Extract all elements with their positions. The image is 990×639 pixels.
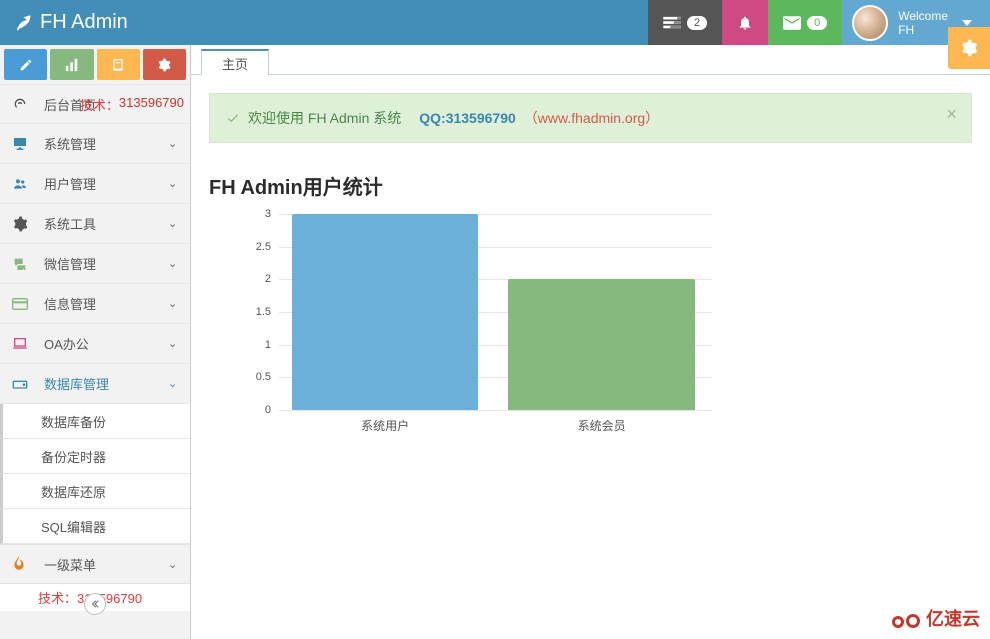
tasks-icon xyxy=(663,16,681,30)
chevron-down-icon: ⌄ xyxy=(168,257,178,270)
welcome-text: Welcome FH xyxy=(898,9,948,37)
ytick: 0.5 xyxy=(256,371,271,383)
submenu-db-backup[interactable]: 数据库备份 xyxy=(0,404,190,439)
tech-prefix: 技术： xyxy=(80,95,119,114)
chart-title: FH Admin用户统计 xyxy=(209,171,972,200)
alert-link[interactable]: （www.fhadmin.org） xyxy=(524,108,659,128)
navbar-right: 2 0 Welcome FH xyxy=(648,0,990,45)
sidebar-item-label: 微信管理 xyxy=(44,254,154,273)
content: 欢迎使用 FH Admin 系统 QQ:313596790 （www.fhadm… xyxy=(191,75,990,434)
alert-qq: QQ:313596790 xyxy=(419,110,516,126)
sidebar-item-oa[interactable]: OA办公 ⌄ xyxy=(0,324,190,364)
sidebar-menu: 后台首页 系统管理 ⌄ 用户管理 ⌄ 系统工具 xyxy=(0,84,190,404)
watermark-text: 亿速云 xyxy=(926,605,980,631)
navbar: FH Admin 2 0 Welcome FH xyxy=(0,0,990,45)
envelope-icon xyxy=(783,16,801,30)
sidebar-menu-2: 一级菜单 ⌄ xyxy=(0,544,190,584)
submenu-db-timer[interactable]: 备份定时器 xyxy=(0,439,190,474)
sidebar-item-label: OA办公 xyxy=(44,334,154,353)
sidebar-item-wechat[interactable]: 微信管理 ⌄ xyxy=(0,244,190,284)
sidebar-item-label: 用户管理 xyxy=(44,174,154,193)
chevron-down-icon: ⌄ xyxy=(168,558,178,571)
check-icon xyxy=(226,111,240,125)
toolbar-gears-button[interactable] xyxy=(143,49,186,80)
alert-welcome-text: 欢迎使用 FH Admin 系统 xyxy=(248,108,401,128)
avatar xyxy=(852,5,888,41)
sidebar: 技术：313596790 后台首页 系统管理 ⌄ 用户管理 xyxy=(0,45,191,639)
toolbar-pencil-button[interactable] xyxy=(4,49,47,80)
tech-badge-top: 技术：313596790 xyxy=(80,95,184,114)
main-area: 主页 欢迎使用 FH Admin 系统 QQ:313596790 （www.fh… xyxy=(191,45,990,639)
toolbar-book-button[interactable] xyxy=(97,49,140,80)
brand-text: FH Admin xyxy=(40,11,128,34)
ytick: 1 xyxy=(265,339,271,351)
ytick: 1.5 xyxy=(256,306,271,318)
sidebar-toolbar xyxy=(0,45,190,82)
sidebar-item-label: 系统工具 xyxy=(44,214,154,233)
xlabel: 系统用户 xyxy=(361,417,409,434)
chevron-down-icon: ⌄ xyxy=(168,337,178,350)
sidebar-item-label: 系统管理 xyxy=(44,134,154,153)
nav-notifications[interactable] xyxy=(722,0,768,45)
credit-card-icon xyxy=(12,298,30,310)
fire-icon xyxy=(12,556,30,572)
desktop-icon xyxy=(12,136,30,152)
tech-id: 313596790 xyxy=(119,95,184,114)
chart-yaxis: 00.511.522.53 xyxy=(229,214,277,410)
tab-home[interactable]: 主页 xyxy=(201,49,269,75)
sidebar-item-level1[interactable]: 一级菜单 ⌄ xyxy=(0,544,190,584)
ytick: 3 xyxy=(265,208,271,220)
toolbar-chart-button[interactable] xyxy=(50,49,93,80)
brand[interactable]: FH Admin xyxy=(0,11,142,34)
sidebar-item-label: 一级菜单 xyxy=(44,555,154,574)
ytick: 2.5 xyxy=(256,241,271,253)
laptop-icon xyxy=(12,337,30,351)
welcome-line1: Welcome xyxy=(898,9,948,23)
nav-messages[interactable]: 0 xyxy=(768,0,842,45)
submenu-db-sql[interactable]: SQL编辑器 xyxy=(0,509,190,544)
hdd-icon xyxy=(12,377,30,391)
sidebar-item-system[interactable]: 系统管理 ⌄ xyxy=(0,124,190,164)
caret-down-icon xyxy=(962,20,972,26)
sidebar-item-label: 数据库管理 xyxy=(44,374,154,393)
welcome-alert: 欢迎使用 FH Admin 系统 QQ:313596790 （www.fhadm… xyxy=(209,93,972,143)
tabs: 主页 xyxy=(191,45,990,75)
sidebar-item-database[interactable]: 数据库管理 ⌄ xyxy=(0,364,190,404)
submenu-database: 数据库备份 备份定时器 数据库还原 SQL编辑器 xyxy=(0,404,190,544)
tasks-badge: 2 xyxy=(687,16,707,30)
leaf-icon xyxy=(14,14,32,32)
alert-close-icon[interactable]: × xyxy=(946,104,957,125)
xlabel: 系统会员 xyxy=(578,417,626,434)
users-icon xyxy=(12,176,30,192)
ytick: 0 xyxy=(265,404,271,416)
submenu-db-restore[interactable]: 数据库还原 xyxy=(0,474,190,509)
messages-badge: 0 xyxy=(807,16,827,30)
bell-icon xyxy=(737,15,753,31)
watermark: 亿速云 xyxy=(892,605,980,631)
sidebar-item-tools[interactable]: 系统工具 ⌄ xyxy=(0,204,190,244)
chevron-down-icon: ⌄ xyxy=(168,217,178,230)
chevron-down-icon: ⌄ xyxy=(168,177,178,190)
comments-icon xyxy=(12,256,30,272)
gear-icon xyxy=(12,216,30,232)
sidebar-item-info[interactable]: 信息管理 ⌄ xyxy=(0,284,190,324)
chevron-down-icon: ⌄ xyxy=(168,297,178,310)
user-stats-chart: 00.511.522.53 系统用户系统会员 xyxy=(229,214,972,434)
cloud-icon xyxy=(892,608,922,628)
nav-tasks[interactable]: 2 xyxy=(648,0,722,45)
chevron-down-icon: ⌄ xyxy=(168,137,178,150)
chevron-down-icon: ⌄ xyxy=(168,377,178,390)
chart-plot-area xyxy=(279,214,712,410)
sidebar-item-users[interactable]: 用户管理 ⌄ xyxy=(0,164,190,204)
dashboard-icon xyxy=(12,96,30,112)
chart-bar[interactable] xyxy=(292,214,478,410)
settings-gear-button[interactable] xyxy=(948,27,990,69)
chart-bar[interactable] xyxy=(508,279,694,410)
sidebar-collapse-toggle[interactable] xyxy=(84,593,106,615)
sidebar-item-label: 信息管理 xyxy=(44,294,154,313)
ytick: 2 xyxy=(265,273,271,285)
welcome-line2: FH xyxy=(898,23,948,37)
chart-xaxis: 系统用户 系统会员 xyxy=(279,414,712,434)
